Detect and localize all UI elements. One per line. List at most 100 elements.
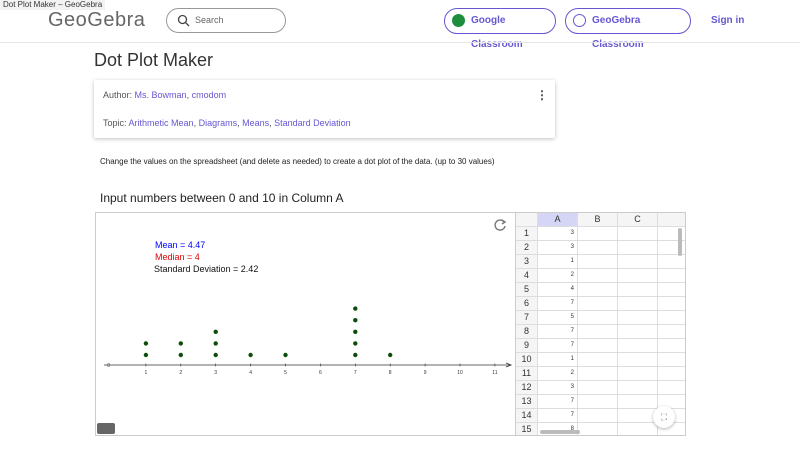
- section-heading: Input numbers between 0 and 10 in Column…: [100, 191, 344, 205]
- row-header[interactable]: 13: [516, 395, 538, 409]
- search-input[interactable]: Search: [166, 8, 286, 33]
- row-header[interactable]: 12: [516, 381, 538, 395]
- row-header[interactable]: 3: [516, 255, 538, 269]
- cell-a[interactable]: 1: [538, 353, 578, 367]
- cell-b[interactable]: [578, 353, 618, 367]
- google-classroom-button[interactable]: Google Classroom: [444, 8, 556, 50]
- x-tick-label: 8: [389, 370, 392, 376]
- cell-c[interactable]: [618, 423, 658, 435]
- dot: [353, 306, 358, 311]
- cell-a[interactable]: 7: [538, 297, 578, 311]
- column-header[interactable]: B: [578, 213, 618, 227]
- cell-b[interactable]: [578, 255, 618, 269]
- cell-a[interactable]: 4: [538, 283, 578, 297]
- cell-c[interactable]: [618, 395, 658, 409]
- horizontal-scrollbar[interactable]: [540, 430, 580, 434]
- cell-b[interactable]: [578, 283, 618, 297]
- cell-b[interactable]: [578, 241, 618, 255]
- cell-b[interactable]: [578, 297, 618, 311]
- x-tick-label: 9: [424, 370, 427, 376]
- cell-b[interactable]: [578, 367, 618, 381]
- topic-link[interactable]: Standard Deviation: [274, 118, 351, 128]
- cell-b[interactable]: [578, 409, 618, 423]
- row-header[interactable]: 5: [516, 283, 538, 297]
- table-row: 42: [516, 269, 685, 283]
- cell-b[interactable]: [578, 395, 618, 409]
- cell-a[interactable]: 3: [538, 227, 578, 241]
- cell-a[interactable]: 5: [538, 311, 578, 325]
- cell-c[interactable]: [618, 269, 658, 283]
- topic-link[interactable]: Diagrams: [199, 118, 238, 128]
- geogebra-logo[interactable]: GeoGebra: [48, 9, 145, 32]
- column-header[interactable]: C: [618, 213, 658, 227]
- row-header[interactable]: 8: [516, 325, 538, 339]
- cell-b[interactable]: [578, 339, 618, 353]
- cell-a[interactable]: 7: [538, 409, 578, 423]
- table-row: 23: [516, 241, 685, 255]
- cell-c[interactable]: [618, 241, 658, 255]
- table-row: 31: [516, 255, 685, 269]
- column-header[interactable]: A: [538, 213, 578, 227]
- topic-link[interactable]: Means: [242, 118, 269, 128]
- cell-b[interactable]: [578, 325, 618, 339]
- cell-a[interactable]: 3: [538, 381, 578, 395]
- vertical-scrollbar[interactable]: [678, 228, 682, 256]
- cell-c[interactable]: [618, 325, 658, 339]
- cell-a[interactable]: 7: [538, 325, 578, 339]
- dot: [388, 352, 393, 358]
- cell-c[interactable]: [618, 283, 658, 297]
- row-header[interactable]: 2: [516, 241, 538, 255]
- cell-c[interactable]: [618, 311, 658, 325]
- dot: [353, 352, 358, 358]
- cell-b[interactable]: [578, 269, 618, 283]
- cell-c[interactable]: [618, 381, 658, 395]
- search-placeholder: Search: [195, 15, 224, 25]
- row-header[interactable]: 11: [516, 367, 538, 381]
- row-header[interactable]: 14: [516, 409, 538, 423]
- cell-b[interactable]: [578, 423, 618, 435]
- row-header[interactable]: 9: [516, 339, 538, 353]
- header-divider: [0, 42, 800, 43]
- cell-c[interactable]: [618, 227, 658, 241]
- dot: [178, 352, 183, 358]
- row-header[interactable]: 1: [516, 227, 538, 241]
- cell-a[interactable]: 3: [538, 241, 578, 255]
- x-tick-label: 1: [145, 370, 148, 376]
- cell-c[interactable]: [618, 409, 658, 423]
- spreadsheet[interactable]: A B C 1 3 2 3 3 1 4 2 5 4 6 7 7 5 8 7 9 7 10 1 11 2 12 3 13 7 14 7 15 8: [516, 212, 686, 436]
- table-row: 54: [516, 283, 685, 297]
- row-header[interactable]: 10: [516, 353, 538, 367]
- keyboard-icon[interactable]: [97, 423, 115, 434]
- row-header[interactable]: 15: [516, 423, 538, 435]
- cell-b[interactable]: [578, 381, 618, 395]
- cell-a[interactable]: 2: [538, 269, 578, 283]
- author-link[interactable]: Ms. Bowman: [135, 90, 187, 100]
- cell-c[interactable]: [618, 367, 658, 381]
- more-options-icon[interactable]: ⋮: [536, 88, 548, 102]
- row-header[interactable]: 7: [516, 311, 538, 325]
- cell-b[interactable]: [578, 311, 618, 325]
- cell-a[interactable]: 7: [538, 395, 578, 409]
- info-card: Author: Ms. Bowman, cmodom Topic: Arithm…: [94, 80, 555, 138]
- cell-d: [658, 311, 685, 325]
- row-header[interactable]: 6: [516, 297, 538, 311]
- sign-in-link[interactable]: Sign in: [711, 15, 744, 26]
- geogebra-classroom-button[interactable]: GeoGebra Classroom: [565, 8, 691, 50]
- cell-c[interactable]: [618, 339, 658, 353]
- dot: [353, 318, 358, 323]
- cell-a[interactable]: 7: [538, 339, 578, 353]
- x-tick-label: 10: [457, 370, 463, 376]
- cell-a[interactable]: 2: [538, 367, 578, 381]
- cell-a[interactable]: 1: [538, 255, 578, 269]
- cell-c[interactable]: [618, 255, 658, 269]
- description: Change the values on the spreadsheet (an…: [100, 157, 495, 166]
- fullscreen-icon[interactable]: ⛶: [653, 406, 675, 428]
- graphics-view[interactable]: Mean = 4.47 Median = 4 Standard Deviatio…: [95, 212, 516, 436]
- cell-c[interactable]: [618, 297, 658, 311]
- author-link[interactable]: cmodom: [192, 90, 227, 100]
- x-tick-label: 11: [492, 370, 497, 376]
- cell-b[interactable]: [578, 227, 618, 241]
- row-header[interactable]: 4: [516, 269, 538, 283]
- cell-c[interactable]: [618, 353, 658, 367]
- topic-link[interactable]: Arithmetic Mean: [129, 118, 194, 128]
